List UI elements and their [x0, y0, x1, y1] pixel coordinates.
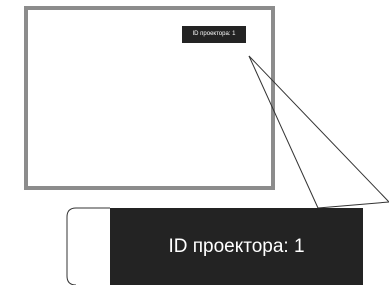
projector-id-value-small: 1	[232, 31, 236, 37]
projector-id-label-large: ID проектора:	[168, 236, 289, 257]
projector-id-label-small: ID проектора:	[192, 31, 231, 37]
projection-screen: ID проектора: 1	[24, 6, 275, 190]
projector-id-osd-small: ID проектора: 1	[182, 26, 246, 43]
projector-id-value-large: 1	[293, 236, 305, 257]
projector-id-osd-enlarged: ID проектора: 1	[110, 208, 363, 285]
